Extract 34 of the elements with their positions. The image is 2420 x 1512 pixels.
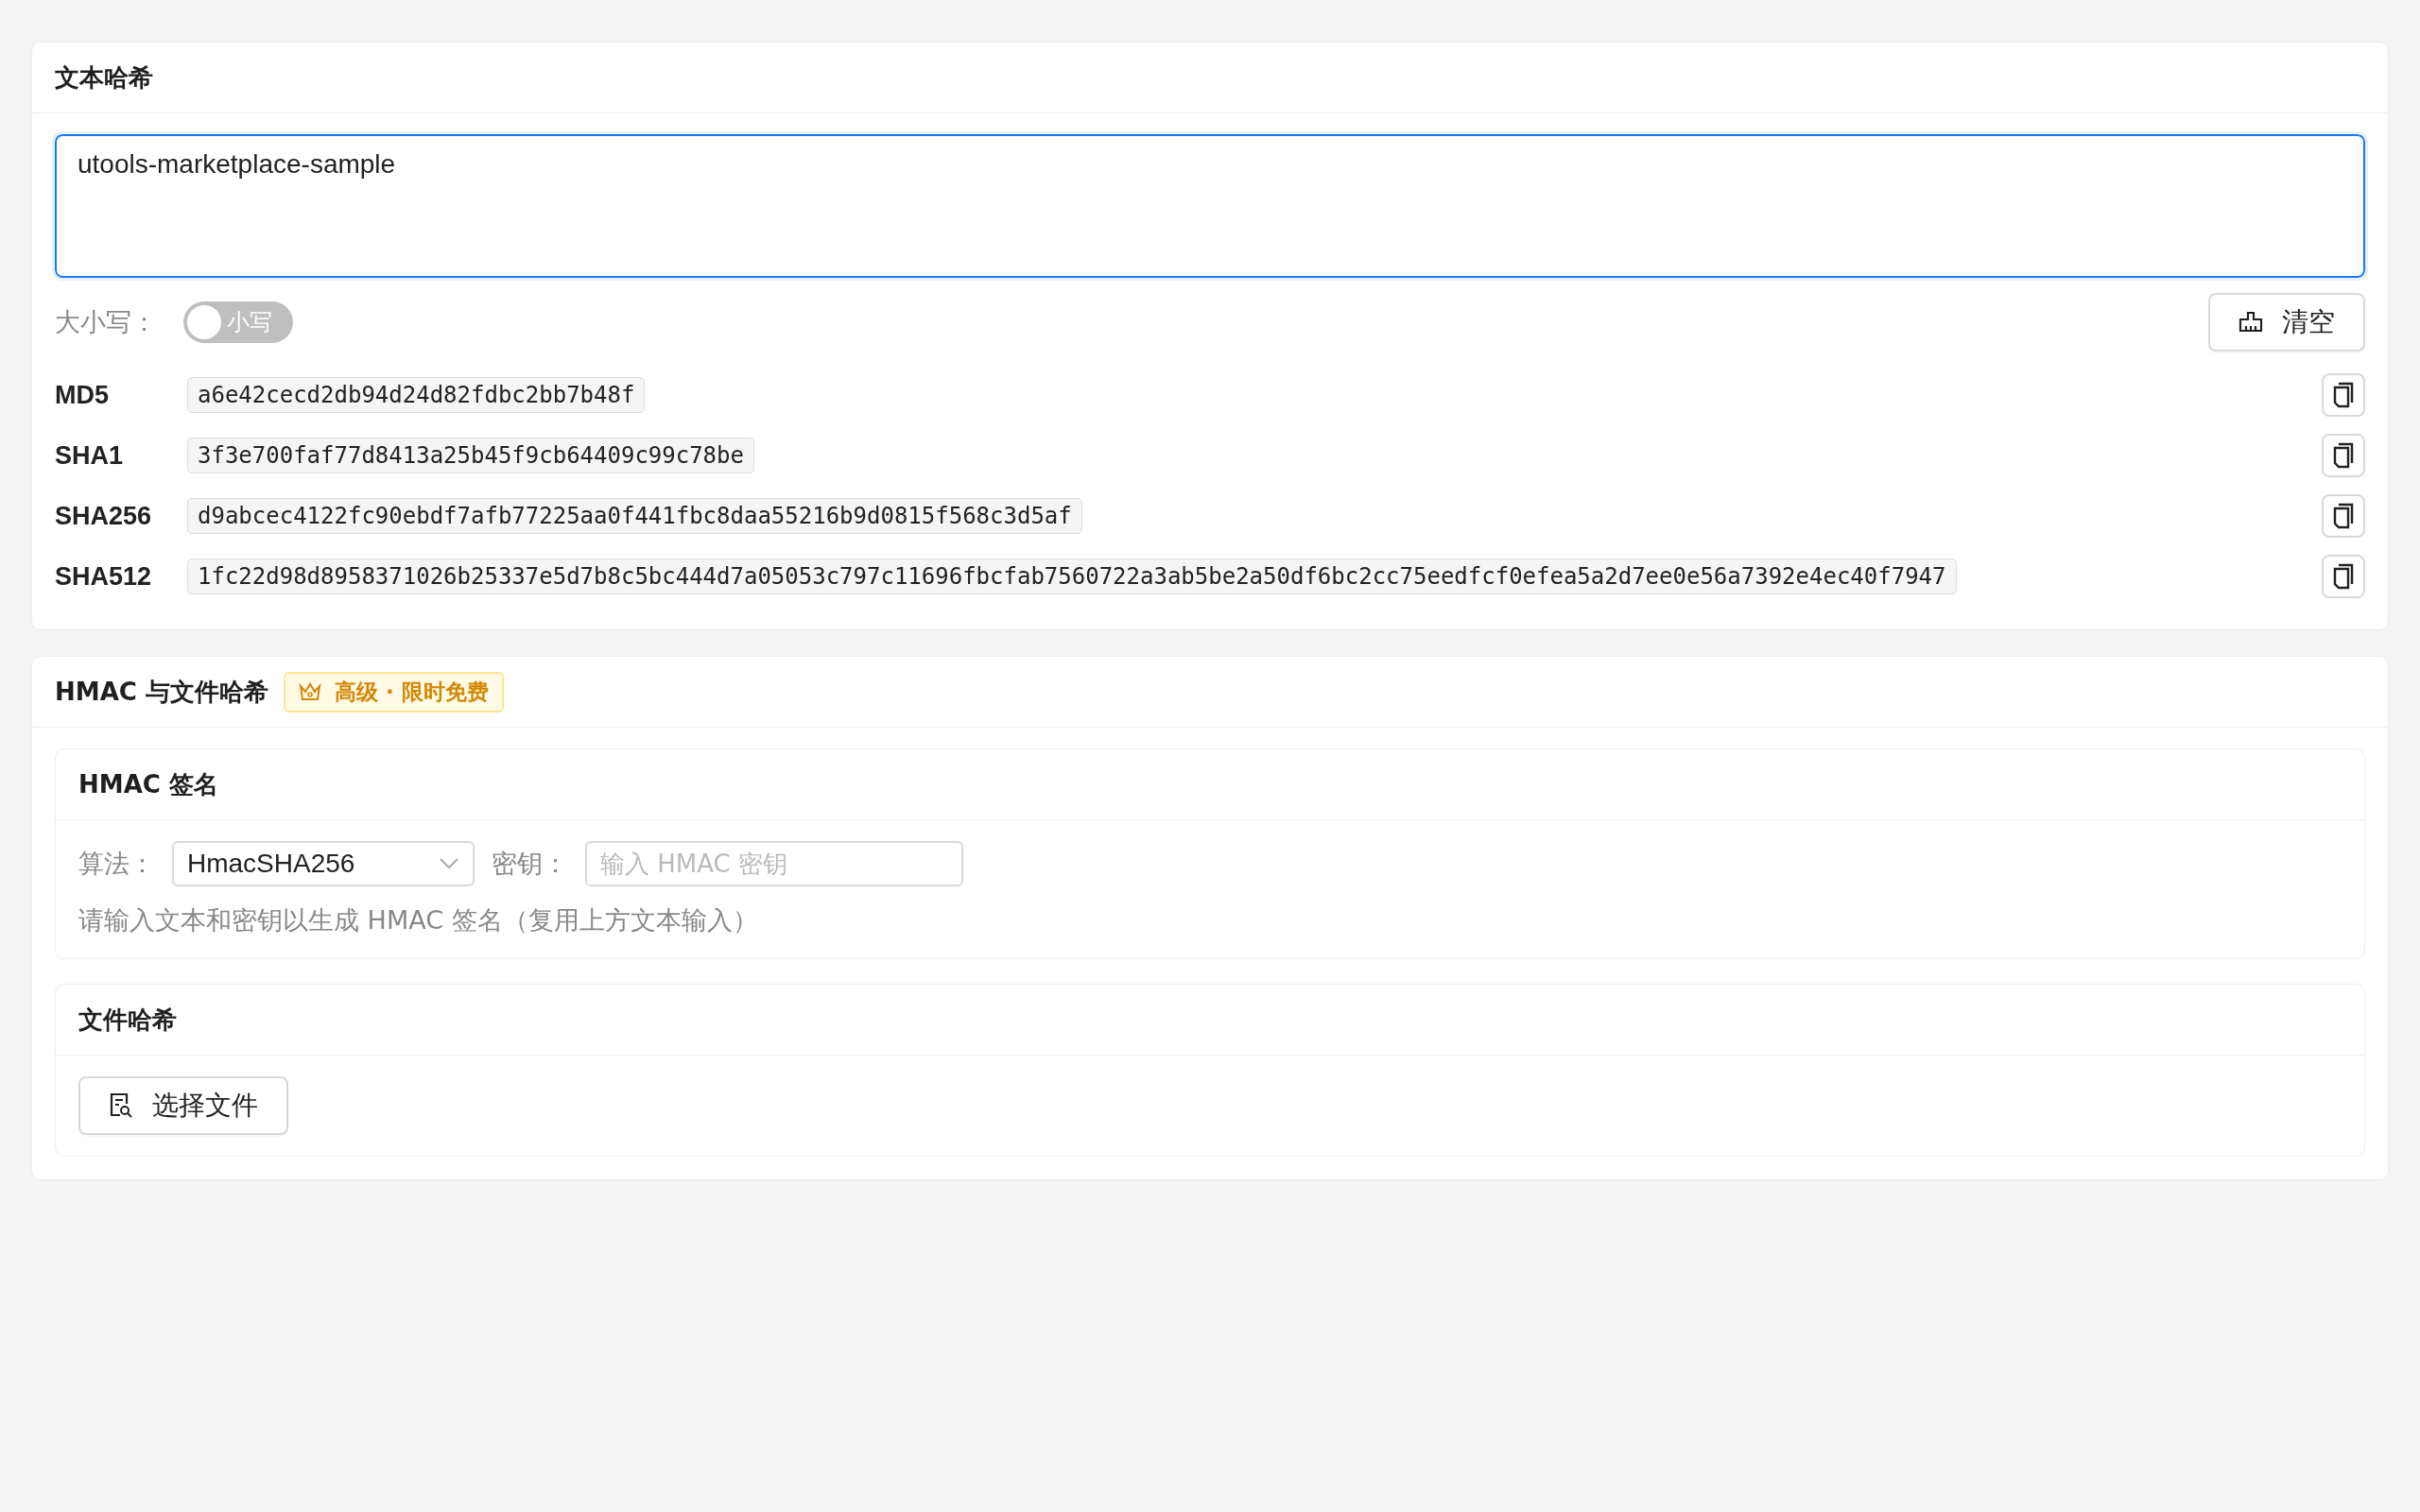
copy-button[interactable] [2322, 494, 2365, 538]
badge-text: 高级 · 限时免费 [334, 678, 489, 706]
hash-name: SHA256 [55, 501, 153, 531]
copy-icon [2333, 503, 2354, 529]
text-input[interactable]: utools-marketplace-sample [55, 134, 2365, 278]
copy-icon [2333, 442, 2354, 469]
hash-value: 1fc22d98d8958371026b25337e5d7b8c5bc444d7a05053c797c11696fbcfab7560722a3ab5be2a50df6bc2cc75eedfcf0efea5a2d7ee0e56a7392e4ec40f7947 [187, 558, 1957, 594]
copy-button[interactable] [2322, 373, 2365, 417]
broom-icon [2238, 311, 2263, 334]
hash-value: d9abcec4122fc90ebdf7afb77225aa0f441fbc8daa55216b9d0815f568c3d5af [187, 498, 1082, 534]
card-title: 文本哈希 [55, 61, 153, 94]
copy-button[interactable] [2322, 434, 2365, 477]
copy-icon [2333, 382, 2354, 408]
copy-icon [2333, 563, 2354, 590]
case-label: 大小写： [55, 306, 157, 338]
file-search-icon [109, 1092, 133, 1119]
hash-name: SHA1 [55, 440, 125, 471]
clear-button[interactable]: 清空 [2208, 293, 2365, 352]
algorithm-select[interactable]: HmacSHA256 [172, 841, 475, 886]
hash-value: a6e42cecd2db94d24d82fdbc2bb7b48f [187, 377, 646, 413]
key-label: 密钥： [492, 848, 568, 880]
chevron-down-icon [439, 857, 459, 870]
hash-name: MD5 [55, 380, 110, 410]
algorithm-label: 算法： [78, 848, 155, 880]
copy-button[interactable] [2322, 555, 2365, 598]
choose-file-button[interactable]: 选择文件 [78, 1076, 288, 1135]
panel-title: 文件哈希 [78, 1004, 177, 1036]
hash-value: 3f3e700faf77d8413a25b45f9cb64409c99c78be [187, 438, 754, 473]
crown-icon [298, 681, 321, 702]
hash-name: SHA512 [55, 561, 153, 592]
hint-text: 请输入文本和密钥以生成 HMAC 签名（复用上方文本输入） [78, 904, 759, 936]
card-title: HMAC 与文件哈希 [55, 676, 268, 708]
panel-title: HMAC 签名 [78, 768, 218, 800]
key-field[interactable]: 输入 HMAC 密钥 [585, 841, 963, 886]
